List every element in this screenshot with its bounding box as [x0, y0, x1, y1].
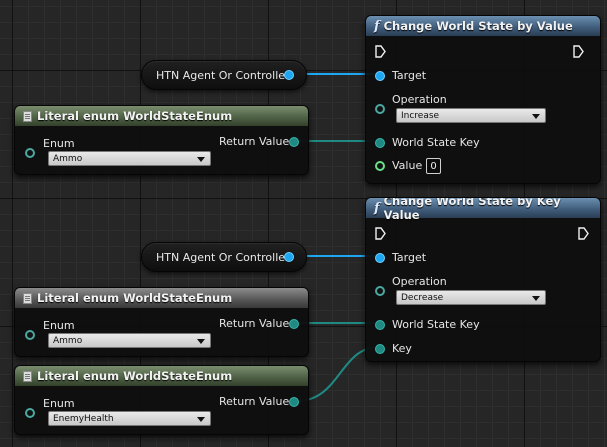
enum-input-pin[interactable]: [25, 408, 35, 418]
target-row: Target: [375, 69, 426, 82]
chevron-down-icon: [532, 114, 540, 119]
enum-dropdown-value: Ammo: [53, 153, 83, 164]
node-header[interactable]: Literal enum WorldStateEnum: [15, 366, 308, 386]
enum-dropdown[interactable]: Ammo: [48, 151, 211, 166]
world-state-key-label: World State Key: [392, 318, 480, 331]
enum-label: Enum: [43, 319, 75, 332]
chevron-down-icon: [197, 417, 205, 422]
chevron-down-icon: [197, 157, 205, 162]
return-value-label: Return Value: [219, 395, 290, 408]
enum-label: Enum: [43, 137, 75, 150]
operation-label: Operation: [392, 93, 447, 106]
node-title: Change World State by Key Value: [383, 197, 561, 222]
operation-input-pin[interactable]: [375, 286, 385, 296]
agent-getter-label: HTN Agent Or Controller: [156, 68, 290, 82]
document-icon: [23, 370, 32, 382]
document-icon: [23, 110, 32, 122]
key-row: Key: [375, 342, 412, 355]
literal-enum-node-1[interactable]: Literal enum WorldStateEnum Enum Ammo Re…: [14, 105, 309, 175]
enum-input-pin[interactable]: [25, 148, 35, 158]
exec-out-pin[interactable]: [573, 45, 584, 58]
enum-label: Enum: [43, 397, 75, 410]
target-label: Target: [392, 251, 427, 264]
node-title: Literal enum WorldStateEnum: [37, 291, 233, 305]
world-state-key-input-pin[interactable]: [375, 137, 385, 148]
value-input-pin[interactable]: [375, 160, 385, 171]
target-input-pin[interactable]: [375, 70, 385, 81]
world-state-key-label: World State Key: [392, 136, 480, 149]
return-value-pin[interactable]: [289, 319, 299, 329]
function-icon: f: [374, 18, 380, 34]
node-header[interactable]: f Change World State by Key Value: [366, 198, 600, 222]
world-state-key-row: World State Key: [375, 318, 480, 331]
operation-dropdown-value: Increase: [401, 110, 440, 121]
agent-getter-label: HTN Agent Or Controller: [156, 250, 290, 264]
node-header[interactable]: Literal enum WorldStateEnum: [15, 106, 308, 126]
key-label: Key: [392, 342, 412, 355]
world-state-key-input-pin[interactable]: [375, 319, 385, 330]
literal-enum-node-2[interactable]: Literal enum WorldStateEnum Enum Ammo Re…: [14, 287, 309, 357]
node-header[interactable]: Literal enum WorldStateEnum: [15, 288, 308, 308]
value-input[interactable]: 0: [426, 158, 441, 174]
operation-dropdown-value: Decrease: [401, 292, 444, 303]
return-value-pin[interactable]: [289, 397, 299, 407]
agent-getter-node-2[interactable]: HTN Agent Or Controller: [141, 242, 307, 272]
key-input-pin[interactable]: [375, 343, 385, 354]
enum-dropdown-value: EnemyHealth: [53, 413, 114, 424]
enum-dropdown-value: Ammo: [53, 335, 83, 346]
operation-dropdown[interactable]: Increase: [396, 108, 546, 123]
return-value-label: Return Value: [219, 135, 290, 148]
agent-getter-node-1[interactable]: HTN Agent Or Controller: [141, 60, 307, 90]
agent-output-pin[interactable]: [284, 70, 294, 80]
node-title: Literal enum WorldStateEnum: [37, 109, 233, 123]
enum-dropdown[interactable]: EnemyHealth: [48, 411, 211, 426]
chevron-down-icon: [532, 296, 540, 301]
return-value-pin[interactable]: [289, 137, 299, 147]
node-title: Change World State by Value: [383, 19, 573, 33]
target-row: Target: [375, 251, 426, 264]
enum-input-pin[interactable]: [25, 330, 35, 340]
change-world-state-by-value-node[interactable]: f Change World State by Value Target Ope…: [365, 15, 601, 184]
enum-dropdown[interactable]: Ammo: [48, 333, 211, 348]
target-label: Target: [392, 69, 427, 82]
exec-in-pin[interactable]: [375, 227, 386, 240]
node-header[interactable]: f Change World State by Value: [366, 16, 600, 36]
document-icon: [23, 292, 32, 304]
literal-enum-node-3[interactable]: Literal enum WorldStateEnum Enum EnemyHe…: [14, 365, 309, 435]
function-icon: f: [374, 200, 380, 216]
exec-in-pin[interactable]: [375, 45, 386, 58]
change-world-state-by-key-value-node[interactable]: f Change World State by Key Value Target…: [365, 197, 601, 362]
world-state-key-row: World State Key: [375, 136, 480, 149]
agent-output-pin[interactable]: [284, 252, 294, 262]
return-value-label: Return Value: [219, 317, 290, 330]
node-title: Literal enum WorldStateEnum: [37, 369, 233, 383]
operation-input-pin[interactable]: [375, 104, 385, 114]
operation-dropdown[interactable]: Decrease: [396, 290, 546, 305]
exec-out-pin[interactable]: [578, 227, 589, 240]
target-input-pin[interactable]: [375, 252, 385, 263]
operation-label: Operation: [392, 275, 447, 288]
chevron-down-icon: [197, 339, 205, 344]
value-row: Value: [375, 159, 422, 172]
value-label: Value: [392, 159, 423, 172]
